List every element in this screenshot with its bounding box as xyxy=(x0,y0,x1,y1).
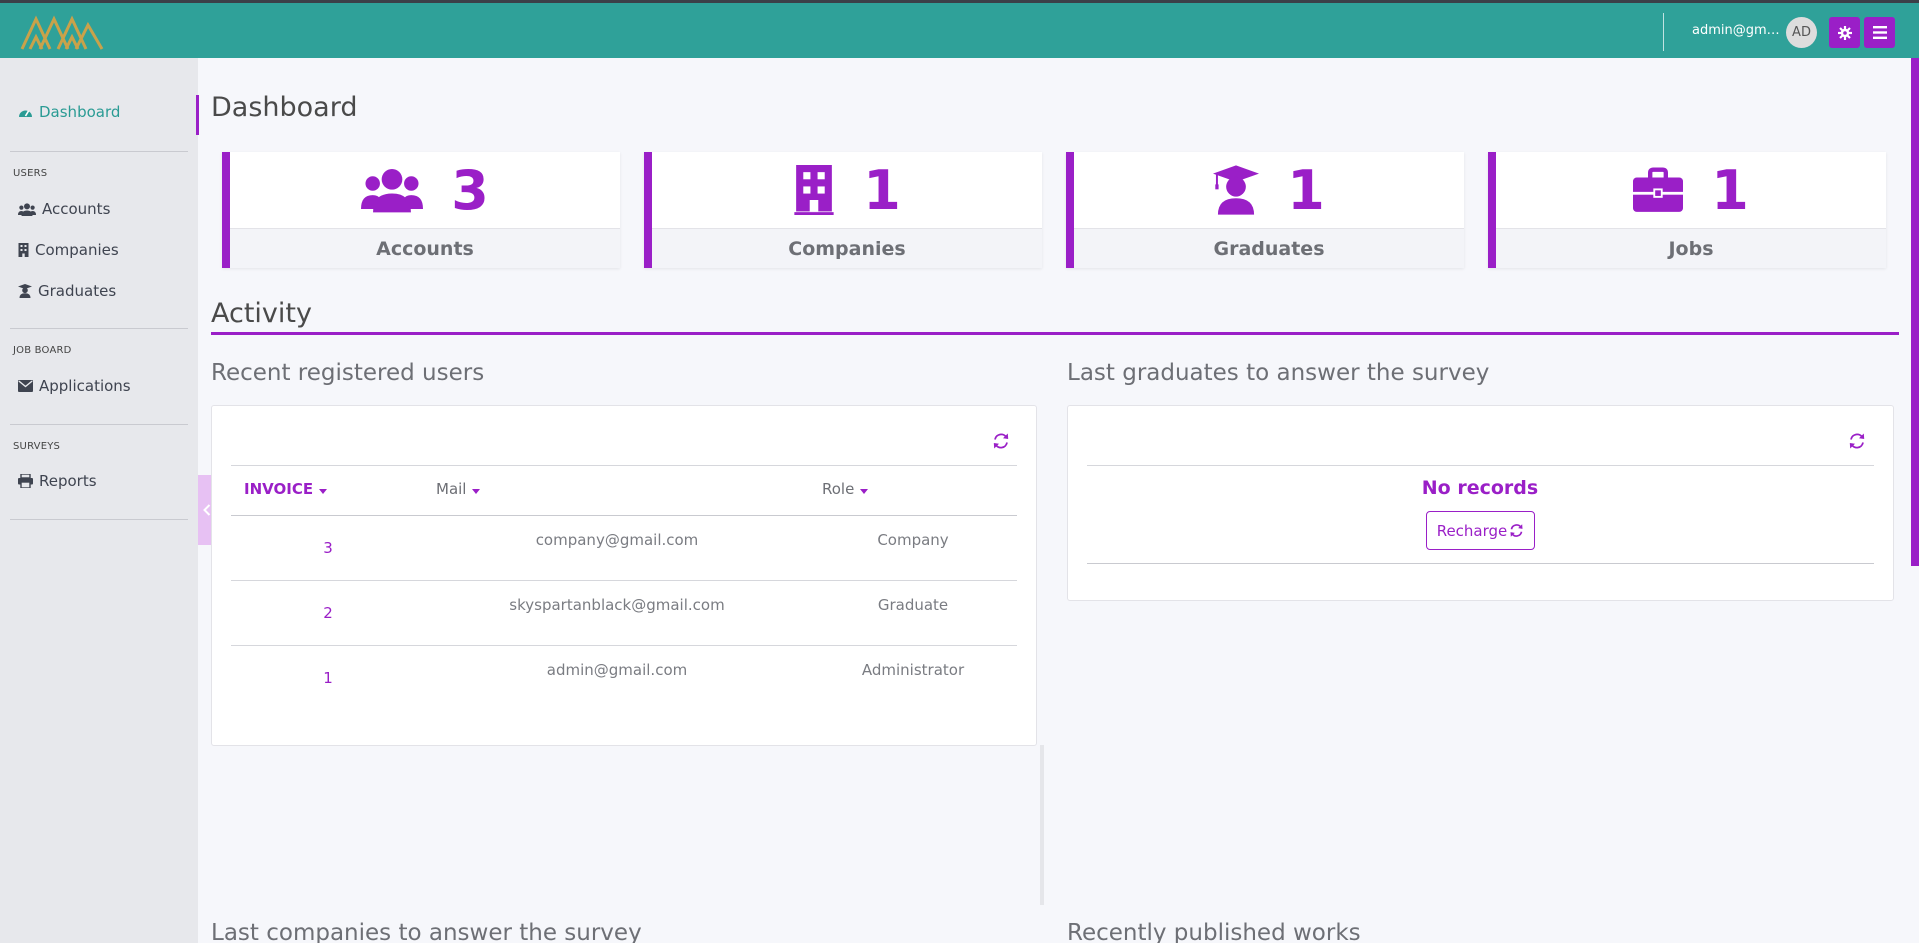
table-row-divider xyxy=(231,580,1017,581)
recharge-label: Recharge xyxy=(1436,521,1508,540)
stat-count: 1 xyxy=(1711,158,1749,222)
refresh-icon xyxy=(1510,524,1523,537)
refresh-icon[interactable] xyxy=(1848,432,1866,450)
refresh-icon[interactable] xyxy=(992,432,1010,450)
recent-users-title: Recent registered users xyxy=(211,360,485,386)
user-avatar[interactable]: AD xyxy=(1786,17,1817,48)
sidebar-item-applications[interactable]: Applications xyxy=(18,377,131,395)
stat-count: 3 xyxy=(451,158,489,222)
stat-label: Companies xyxy=(652,228,1042,268)
tachometer-icon xyxy=(19,110,32,117)
building-icon xyxy=(794,165,834,215)
table-row-role: Company xyxy=(877,531,949,549)
sort-caret-icon xyxy=(860,488,869,494)
table-row-divider xyxy=(231,645,1017,646)
page-title: Dashboard xyxy=(211,92,358,123)
user-email[interactable]: admin@gmai... xyxy=(1692,23,1780,38)
recharge-button[interactable]: Recharge xyxy=(1426,511,1535,550)
last-graduates-title: Last graduates to answer the survey xyxy=(1067,360,1490,386)
sidebar-item-label: Dashboard xyxy=(39,103,121,121)
menu-toggle-button[interactable] xyxy=(1864,17,1895,48)
table-row-id[interactable]: 1 xyxy=(308,669,348,687)
sidebar-divider xyxy=(10,519,188,520)
table-bottom-rule xyxy=(1087,563,1874,564)
sidebar-item-label: Companies xyxy=(35,241,119,259)
settings-button[interactable] xyxy=(1829,17,1860,48)
topbar-divider xyxy=(1663,13,1664,51)
recent-users-panel xyxy=(211,405,1037,746)
sidebar-category-surveys: SURVEYS xyxy=(13,441,61,452)
sidebar-item-accounts[interactable]: Accounts xyxy=(18,200,110,218)
stat-label: Accounts xyxy=(230,228,620,268)
gear-icon xyxy=(1837,25,1852,40)
table-header-rule xyxy=(231,515,1017,516)
sidebar-divider xyxy=(10,151,188,152)
activity-heading: Activity xyxy=(211,298,312,329)
chevron-left-icon xyxy=(203,504,211,516)
sidebar-item-companies[interactable]: Companies xyxy=(18,241,119,259)
table-top-rule xyxy=(1087,465,1874,466)
last-companies-title: Last companies to answer the survey xyxy=(211,920,642,943)
table-row-mail: skyspartanblack@gmail.com xyxy=(509,596,725,614)
column-header-invoice[interactable]: INVOICE xyxy=(244,480,328,498)
sidebar-item-dashboard[interactable]: Dashboard xyxy=(18,103,120,121)
page-scrollbar[interactable] xyxy=(1911,58,1919,566)
sidebar-category-users: USERS xyxy=(13,168,48,179)
recent-works-title: Recently published works xyxy=(1067,920,1361,943)
sidebar-item-label: Accounts xyxy=(42,200,111,218)
table-row-role: Administrator xyxy=(861,661,965,679)
stat-card-accounts[interactable]: 3 Accounts xyxy=(222,152,620,268)
column-header-label: Role xyxy=(822,480,855,498)
stat-label: Jobs xyxy=(1496,228,1886,268)
sidebar-item-label: Applications xyxy=(39,377,131,395)
activity-divider xyxy=(211,332,1899,335)
column-header-label: INVOICE xyxy=(244,480,314,498)
column-header-role[interactable]: Role xyxy=(822,480,869,498)
sidebar-category-job-board: JOB BOARD xyxy=(13,345,72,356)
stat-card-graduates[interactable]: 1 Graduates xyxy=(1066,152,1464,268)
column-header-mail[interactable]: Mail xyxy=(436,480,481,498)
stat-count: 1 xyxy=(1287,158,1325,222)
sort-caret-icon xyxy=(319,488,328,494)
stat-label: Graduates xyxy=(1074,228,1464,268)
top-navbar: admin@gmai... AD xyxy=(0,3,1919,58)
table-row-id[interactable]: 2 xyxy=(308,604,348,622)
table-top-rule xyxy=(231,465,1017,466)
stat-card-jobs[interactable]: 1 Jobs xyxy=(1488,152,1886,268)
users-icon xyxy=(18,202,36,216)
empty-state-text: No records xyxy=(1421,477,1539,499)
envelope-icon xyxy=(18,380,33,392)
table-row-mail: company@gmail.com xyxy=(535,531,699,549)
sidebar-item-label: Reports xyxy=(39,472,97,490)
graduate-icon xyxy=(18,284,32,298)
bars-icon xyxy=(1872,26,1887,39)
sort-caret-icon xyxy=(472,488,481,494)
sidebar-divider xyxy=(10,328,188,329)
graduate-icon xyxy=(1213,165,1260,215)
sidebar: Dashboard USERS Accounts Companies Gradu… xyxy=(0,58,198,943)
users-icon xyxy=(361,168,424,213)
briefcase-icon xyxy=(1633,167,1684,212)
sidebar-item-label: Graduates xyxy=(38,282,117,300)
stat-count: 1 xyxy=(863,158,901,222)
sidebar-divider xyxy=(10,424,188,425)
table-row-role: Graduate xyxy=(877,596,949,614)
column-divider xyxy=(1040,745,1044,905)
last-graduates-panel xyxy=(1067,405,1894,601)
print-icon xyxy=(18,474,33,488)
building-icon xyxy=(18,243,29,257)
active-indicator xyxy=(196,95,199,135)
sidebar-item-graduates[interactable]: Graduates xyxy=(18,282,116,300)
brand-logo[interactable] xyxy=(20,11,104,53)
column-header-label: Mail xyxy=(436,480,467,498)
table-row-id[interactable]: 3 xyxy=(308,539,348,557)
table-row-mail: admin@gmail.com xyxy=(546,661,688,679)
sidebar-item-reports[interactable]: Reports xyxy=(18,472,97,490)
stat-card-companies[interactable]: 1 Companies xyxy=(644,152,1042,268)
